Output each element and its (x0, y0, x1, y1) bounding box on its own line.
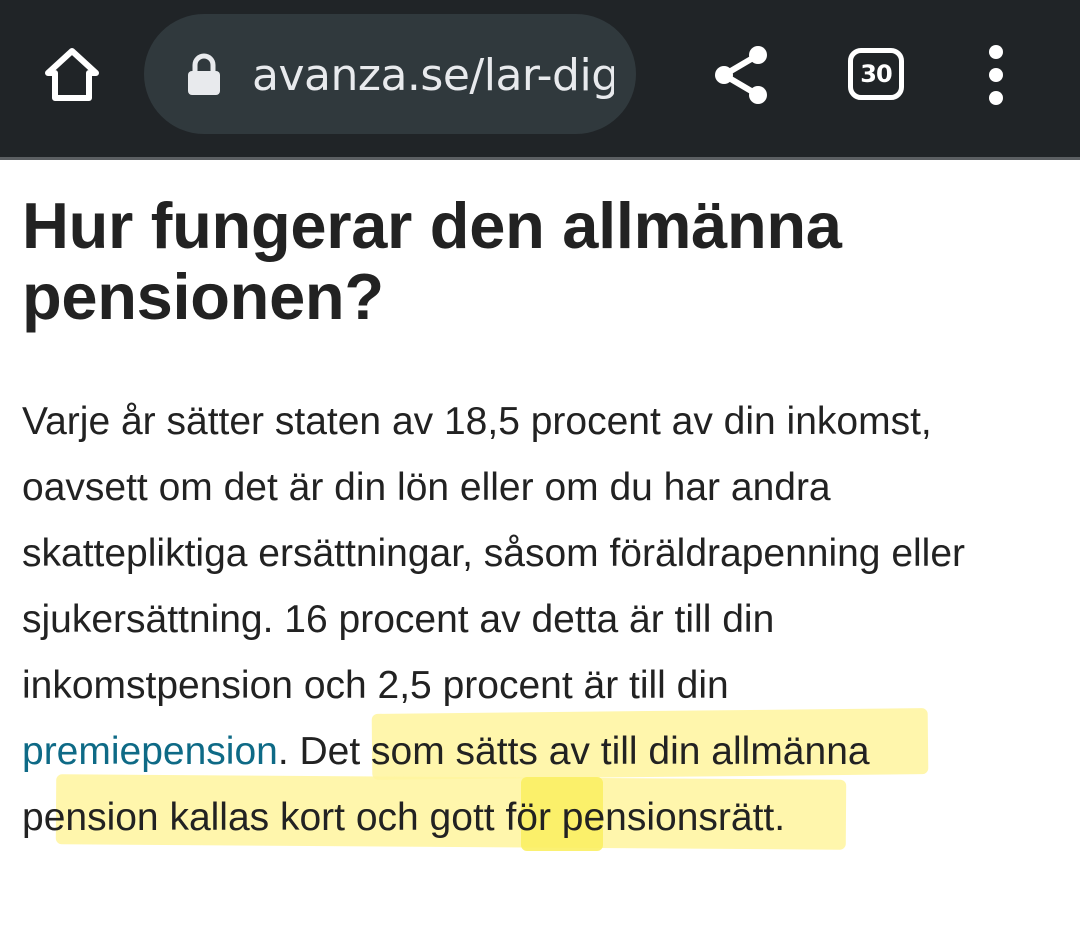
title-line: pensionen? (22, 260, 384, 333)
premiepension-link[interactable]: premiepension (22, 730, 278, 773)
paragraph-line: skattepliktiga ersättningar, såsom föräl… (22, 532, 966, 575)
more-vertical-icon[interactable] (976, 44, 1016, 108)
article-paragraph: Varje år sätter staten av 18,5 procent a… (22, 389, 1070, 851)
paragraph-line: premiepension. Det som sätts av till din… (22, 719, 1070, 785)
home-icon (45, 48, 99, 101)
paragraph-line: sjukersättning. 16 procent av detta är t… (22, 598, 775, 641)
home-button[interactable] (38, 42, 106, 108)
lock-icon (188, 53, 220, 95)
page-title: Hur fungerar den allmänna pensionen? (22, 190, 1062, 332)
paragraph-line: pension kallas kort och gott för pension… (22, 796, 786, 839)
paragraph-line: Varje år sätter staten av 18,5 procent a… (22, 400, 932, 443)
title-line: Hur fungerar den allmänna (22, 189, 842, 262)
paragraph-line: inkomstpension och 2,5 procent är till d… (22, 664, 729, 707)
share-icon[interactable] (710, 42, 772, 108)
article: Hur fungerar den allmänna pensionen? Var… (0, 160, 1080, 925)
browser-toolbar: avanza.se/lar-dig 30 (0, 0, 1080, 157)
url-text[interactable]: avanza.se/lar-dig (252, 44, 614, 108)
paragraph-line: oavsett om det är din lön eller om du ha… (22, 466, 831, 509)
article-text: Hur fungerar den allmänna pensionen? Var… (0, 160, 1080, 925)
paragraph-text: . Det som sätts av till din allmänna (277, 730, 870, 773)
tab-switcher-button[interactable]: 30 (848, 48, 904, 100)
